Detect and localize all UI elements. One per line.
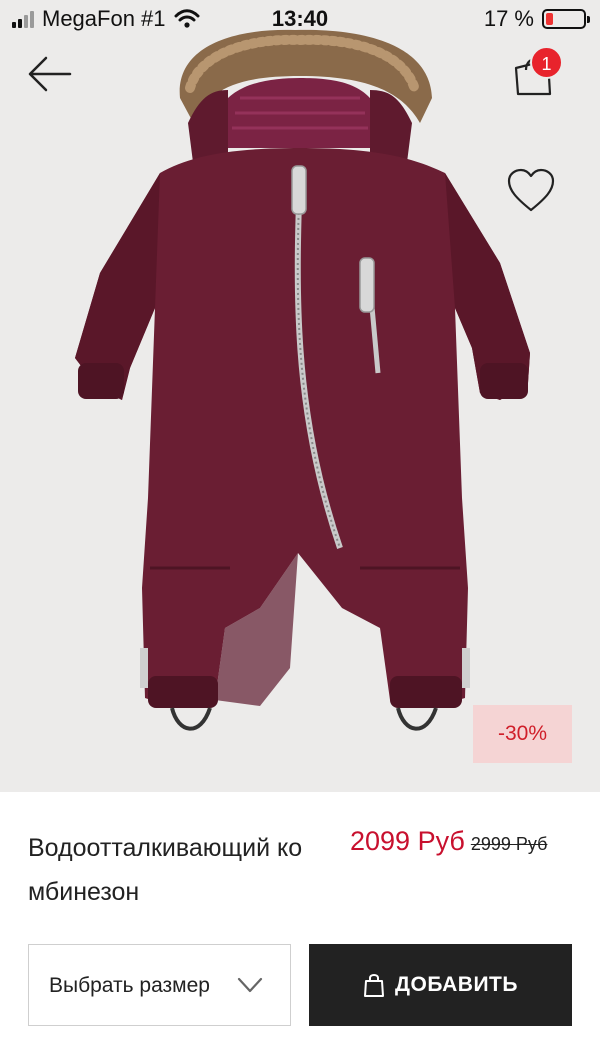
current-price: 2099 Руб — [350, 826, 465, 856]
bag-icon — [364, 974, 385, 997]
old-price: 2999 Руб — [470, 834, 548, 854]
cart-count-badge[interactable]: 1 — [530, 46, 563, 79]
battery-icon — [542, 9, 590, 29]
product-image[interactable] — [60, 28, 540, 748]
size-select[interactable]: Выбрать размер — [28, 944, 291, 1026]
size-select-label: Выбрать размер — [49, 974, 210, 997]
product-image-area: MegaFon #1 13:40 17 % 1 -30% — [0, 0, 600, 792]
chevron-down-icon — [237, 977, 263, 993]
discount-badge: -30% — [473, 705, 572, 763]
back-arrow-icon[interactable] — [26, 54, 72, 94]
battery-percent: 17 % — [483, 6, 534, 31]
heart-icon[interactable] — [506, 168, 556, 214]
add-to-cart-button[interactable]: ДОБАВИТЬ — [309, 944, 572, 1026]
product-name: Водоотталкивающий комбинезон — [28, 834, 303, 906]
price-block: 2099 Руб 2999 Руб — [350, 826, 547, 857]
status-bar: MegaFon #1 13:40 17 % — [0, 0, 600, 38]
add-button-label: ДОБАВИТЬ — [395, 973, 518, 996]
